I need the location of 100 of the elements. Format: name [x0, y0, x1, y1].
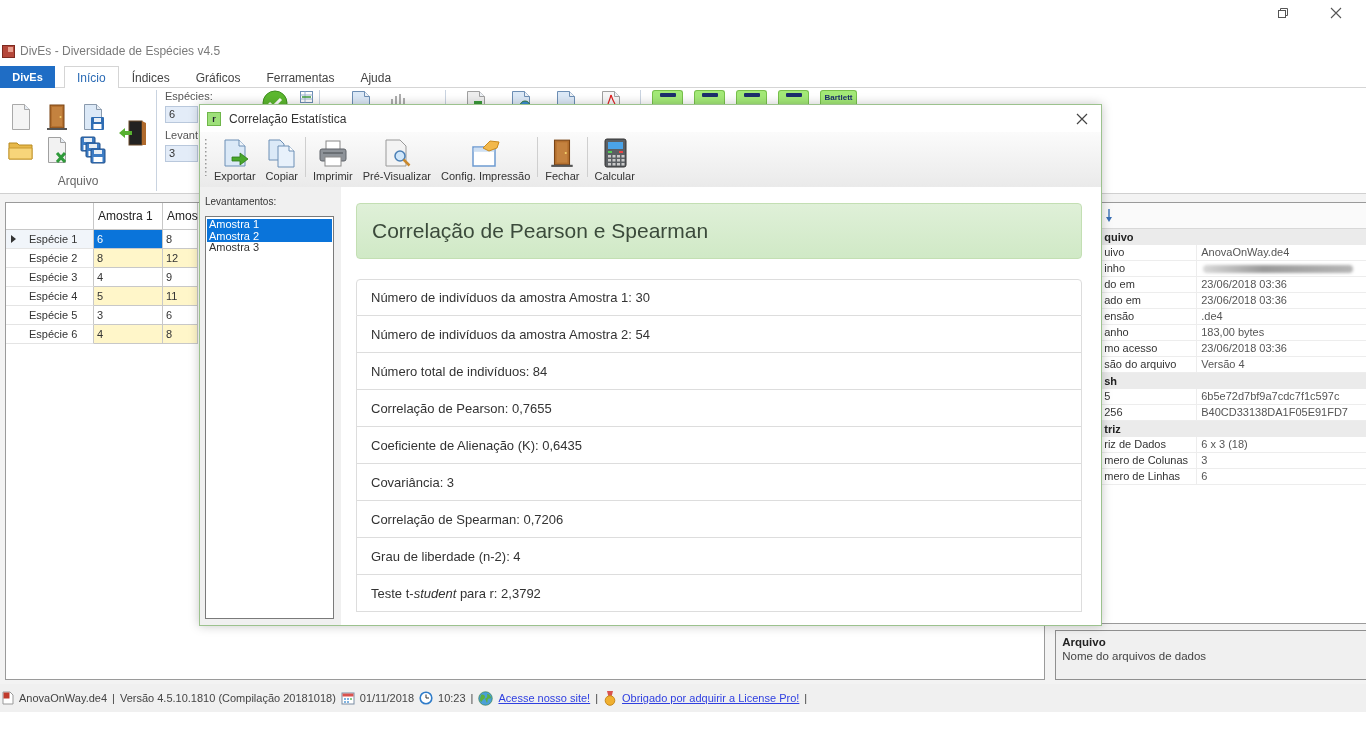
property-name[interactable]: mero de Colunas [1104, 453, 1198, 468]
property-value[interactable]: 3 [1197, 453, 1366, 468]
property-name[interactable]: mero de Linhas [1104, 469, 1198, 484]
status-text: 01/11/2018 [359, 692, 415, 704]
restore-icon[interactable] [1277, 7, 1289, 19]
property-name[interactable]: ensão [1104, 309, 1198, 324]
property-category[interactable]: triz [1104, 423, 1121, 435]
table-cell[interactable]: 9 [163, 268, 198, 287]
ribbon-tab[interactable]: Gráficos [182, 66, 254, 88]
property-category[interactable]: sh [1104, 375, 1118, 387]
row-header[interactable]: Espécie 2 [6, 249, 94, 268]
toolbar-button[interactable]: Pré-Visualizar [361, 138, 432, 182]
property-value[interactable]: 23/06/2018 03:36 [1197, 277, 1366, 292]
close-icon[interactable] [1075, 111, 1089, 126]
table-cell[interactable]: 6 [94, 230, 163, 249]
app-menu-button[interactable]: DivEs [0, 66, 55, 88]
separator: | [112, 692, 115, 704]
property-category[interactable]: quivo [1104, 231, 1134, 243]
table-cell[interactable]: 8 [163, 230, 198, 249]
property-name[interactable]: do em [1104, 277, 1198, 292]
ribbon-tab[interactable]: Ferramentas [253, 66, 348, 88]
toolbar-button[interactable]: Fechar [544, 138, 581, 182]
toolbar-button[interactable]: Exportar [213, 138, 257, 182]
property-value[interactable]: 6 [1197, 469, 1366, 484]
property-value[interactable]: .de4 [1197, 309, 1366, 324]
table-cell[interactable]: 4 [94, 325, 163, 344]
row-header[interactable]: Espécie 5 [6, 306, 94, 325]
row-header[interactable]: Espécie 3 [6, 268, 94, 287]
number-field[interactable]: 6 [165, 106, 198, 123]
property-value[interactable]: 183,00 bytes [1197, 325, 1366, 340]
page-icon[interactable] [555, 90, 577, 104]
status-link[interactable]: Acesse nosso site! [498, 692, 591, 704]
property-value[interactable]: 23/06/2018 03:36 [1197, 293, 1366, 308]
dialog-title-icon: r [207, 111, 221, 126]
toolbar-button[interactable]: Imprimir [312, 138, 354, 182]
property-value[interactable]: AnovaOnWay.de4 [1197, 245, 1366, 260]
table-cell[interactable]: 12 [163, 249, 198, 268]
row-header[interactable]: Espécie 6 [6, 325, 94, 344]
toolbar-button[interactable]: Copiar [264, 138, 299, 182]
analysis-button[interactable] [736, 90, 767, 104]
property-name[interactable]: são do arquivo [1104, 357, 1198, 372]
status-link[interactable]: Obrigado por adquirir a License Pro! [622, 692, 800, 704]
property-name[interactable]: 256 [1104, 405, 1198, 420]
list-item[interactable]: Amostra 3 [207, 242, 332, 254]
report-item: Coeficiente de Alienação (K): 0,6435 [356, 427, 1082, 464]
door-icon[interactable] [45, 102, 69, 131]
clock-icon [419, 691, 434, 705]
ribbon-tab[interactable]: Índices [118, 66, 183, 88]
number-field[interactable]: 3 [165, 145, 198, 162]
report-item: Correlação de Spearman: 0,7206 [356, 501, 1082, 538]
row-header[interactable]: Espécie 4 [6, 287, 94, 306]
property-name[interactable]: anho [1104, 325, 1198, 340]
check-icon[interactable] [262, 90, 288, 104]
separator: | [595, 692, 598, 704]
close-icon[interactable] [1330, 7, 1342, 19]
analysis-button[interactable]: Bartlett [820, 90, 857, 104]
property-name[interactable]: riz de Dados [1104, 437, 1198, 452]
page-icon[interactable] [350, 90, 372, 104]
exit-door-icon[interactable] [117, 118, 147, 148]
analysis-button[interactable] [652, 90, 683, 104]
report-item: Número de indivíduos da amostra Amostra 1: 30 [356, 279, 1082, 316]
ribbon-tab[interactable]: Ajuda [347, 66, 405, 88]
table-cell[interactable]: 11 [163, 287, 198, 306]
property-name[interactable]: 5 [1104, 389, 1198, 404]
pdf-page-icon[interactable] [600, 90, 622, 104]
group-label: Arquivo [57, 174, 99, 188]
property-value[interactable]: Versão 4 [1197, 357, 1366, 372]
ribbon-tab[interactable]: Início [64, 66, 119, 88]
property-value[interactable]: 23/06/2018 03:36 [1197, 341, 1366, 356]
property-value[interactable]: 6 x 3 (18) [1197, 437, 1366, 452]
down-arrow-icon[interactable] [1105, 208, 1114, 223]
table-cell[interactable]: 4 [94, 268, 163, 287]
property-name[interactable]: uivo [1104, 245, 1198, 260]
table-cell[interactable]: 8 [94, 249, 163, 268]
row-header[interactable]: Espécie 1 [6, 230, 94, 249]
property-name[interactable]: ado em [1104, 293, 1198, 308]
list-item[interactable]: Amostra 1 [207, 219, 332, 231]
field-label: Espécies: [165, 90, 213, 103]
toolbar-grip-icon [204, 138, 207, 176]
table-cell[interactable]: 3 [94, 306, 163, 325]
globe-page-icon[interactable] [510, 90, 532, 104]
spreadsheet-page-icon[interactable] [45, 135, 69, 164]
toolbar-button[interactable]: Calcular [593, 138, 636, 182]
toolbar-button[interactable]: Config. Impressão [440, 138, 532, 182]
medal-icon [603, 690, 617, 706]
property-name[interactable]: mo acesso [1104, 341, 1198, 356]
property-name[interactable]: inho [1104, 261, 1198, 276]
row-indicator-icon [11, 235, 16, 243]
chart-icon[interactable] [390, 93, 406, 104]
save-all-icon[interactable] [79, 134, 107, 165]
spreadsheet-page-icon[interactable] [465, 90, 487, 104]
analysis-button[interactable] [778, 90, 809, 104]
report-item: Grau de liberdade (n-2): 4 [356, 538, 1082, 575]
table-cell[interactable]: 8 [163, 325, 198, 344]
analysis-button[interactable] [694, 90, 725, 104]
property-value[interactable]: 6b5e72d7bf9a7cdc7f1c597c [1197, 389, 1366, 404]
property-value[interactable]: B40CD33138DA1F05E91FD7 [1197, 405, 1366, 420]
table-cell[interactable]: 6 [163, 306, 198, 325]
table-cell[interactable]: 5 [94, 287, 163, 306]
table-icon[interactable] [300, 91, 313, 103]
